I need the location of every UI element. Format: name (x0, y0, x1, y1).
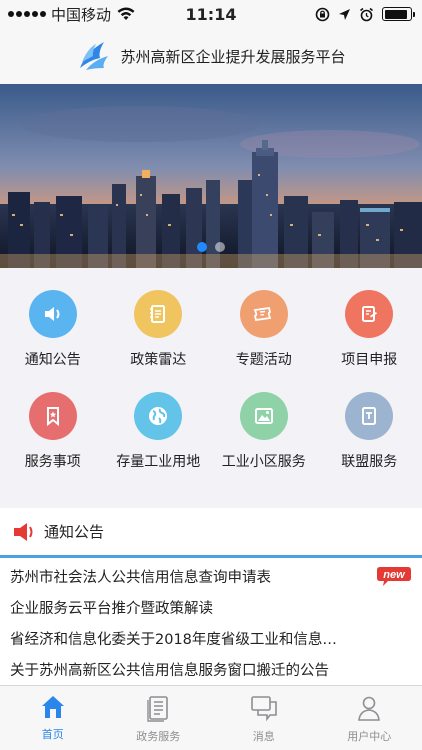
banner-carousel[interactable] (0, 84, 422, 268)
carousel-dot[interactable] (215, 242, 225, 252)
tab-label: 政务服务 (136, 730, 181, 743)
menu-item-label: 存量工业用地 (116, 454, 201, 470)
notice-section-header[interactable]: 通知公告 (0, 508, 422, 558)
notice-title: 企业服务云平台推介暨政策解读 (10, 601, 213, 617)
signal-strength-icon (8, 11, 46, 17)
notebook-icon (134, 290, 183, 338)
menu-item-label: 专题活动 (235, 352, 292, 368)
bookmark-icon (28, 392, 77, 440)
carousel-indicator (0, 242, 422, 252)
menu-item-label: 联盟服务 (341, 454, 398, 470)
location-arrow-icon (339, 8, 350, 20)
tab-label: 消息 (252, 730, 275, 743)
chat-bubbles-icon (250, 696, 277, 722)
menu-item-label: 政策雷达 (130, 352, 187, 368)
new-badge: new (377, 567, 411, 586)
tab-bar: 首页 政务服务 消息 用户中心 (0, 685, 422, 750)
picture-icon (239, 392, 288, 440)
menu-item-industrial-land[interactable]: 存量工业用地 (106, 392, 212, 494)
menu-item-notices[interactable]: 通知公告 (0, 290, 106, 392)
menu-item-industrial-park[interactable]: 工业小区服务 (211, 392, 317, 494)
tab-label: 首页 (41, 728, 64, 741)
wings-logo-icon (80, 42, 109, 70)
carousel-dot[interactable] (197, 242, 207, 252)
new-badge-label: new (383, 569, 406, 581)
edit-document-icon (345, 290, 394, 338)
list-item[interactable]: 省经济和信息化委关于2018年度省级工业和信息… (0, 623, 422, 654)
list-item[interactable]: 关于苏州高新区公共信用信息服务窗口搬迁的公告 (0, 654, 422, 685)
tab-label: 用户中心 (347, 730, 392, 743)
list-item[interactable]: 苏州市社会法人公共信用信息查询申请表 new (0, 561, 422, 592)
carrier-name: 中国移动 (51, 5, 112, 24)
city-skyline-image (0, 84, 422, 268)
menu-item-alliance-services[interactable]: 联盟服务 (317, 392, 422, 494)
menu-item-project-application[interactable]: 项目申报 (317, 290, 422, 392)
rotation-lock-icon (315, 7, 330, 21)
notice-title: 苏州市社会法人公共信用信息查询申请表 (10, 570, 271, 586)
alarm-icon (360, 7, 373, 21)
notice-title: 关于苏州高新区公共信用信息服务窗口搬迁的公告 (10, 663, 329, 679)
feature-grid: 通知公告 政策雷达 专题活动 项目申报 服务事项 存量工业用地 工业小区服务 联… (0, 268, 422, 508)
page-title: 苏州高新区企业提升发展服务平台 (120, 47, 346, 66)
menu-item-service-matters[interactable]: 服务事项 (0, 392, 106, 494)
menu-item-label: 工业小区服务 (221, 454, 306, 470)
list-document-icon (147, 696, 169, 722)
tab-messages[interactable]: 消息 (211, 686, 317, 750)
battery-icon (382, 7, 415, 21)
menu-item-label: 通知公告 (24, 352, 81, 368)
globe-icon (134, 392, 183, 440)
menu-item-activities[interactable]: 专题活动 (211, 290, 317, 392)
section-title: 通知公告 (44, 523, 105, 541)
wifi-icon (117, 7, 135, 20)
notice-title: 省经济和信息化委关于2018年度省级工业和信息… (10, 632, 337, 648)
document-icon (345, 392, 394, 440)
status-bar: 中国移动 11:14 (0, 0, 422, 28)
menu-item-label: 项目申报 (341, 352, 398, 368)
home-icon (41, 696, 64, 718)
app-header: 苏州高新区企业提升发展服务平台 (0, 28, 422, 84)
tab-government-services[interactable]: 政务服务 (106, 686, 212, 750)
ticket-icon (239, 290, 288, 338)
notice-list: 苏州市社会法人公共信用信息查询申请表 new 企业服务云平台推介暨政策解读 省经… (0, 561, 422, 685)
menu-item-policy-radar[interactable]: 政策雷达 (106, 290, 212, 392)
speaker-icon (14, 522, 33, 541)
tab-home[interactable]: 首页 (0, 686, 106, 750)
menu-item-label: 服务事项 (24, 454, 81, 470)
list-item[interactable]: 企业服务云平台推介暨政策解读 (0, 592, 422, 623)
clock: 11:14 (185, 4, 237, 24)
tab-user-center[interactable]: 用户中心 (317, 686, 422, 750)
speaker-icon (28, 290, 77, 338)
user-icon (358, 696, 381, 721)
